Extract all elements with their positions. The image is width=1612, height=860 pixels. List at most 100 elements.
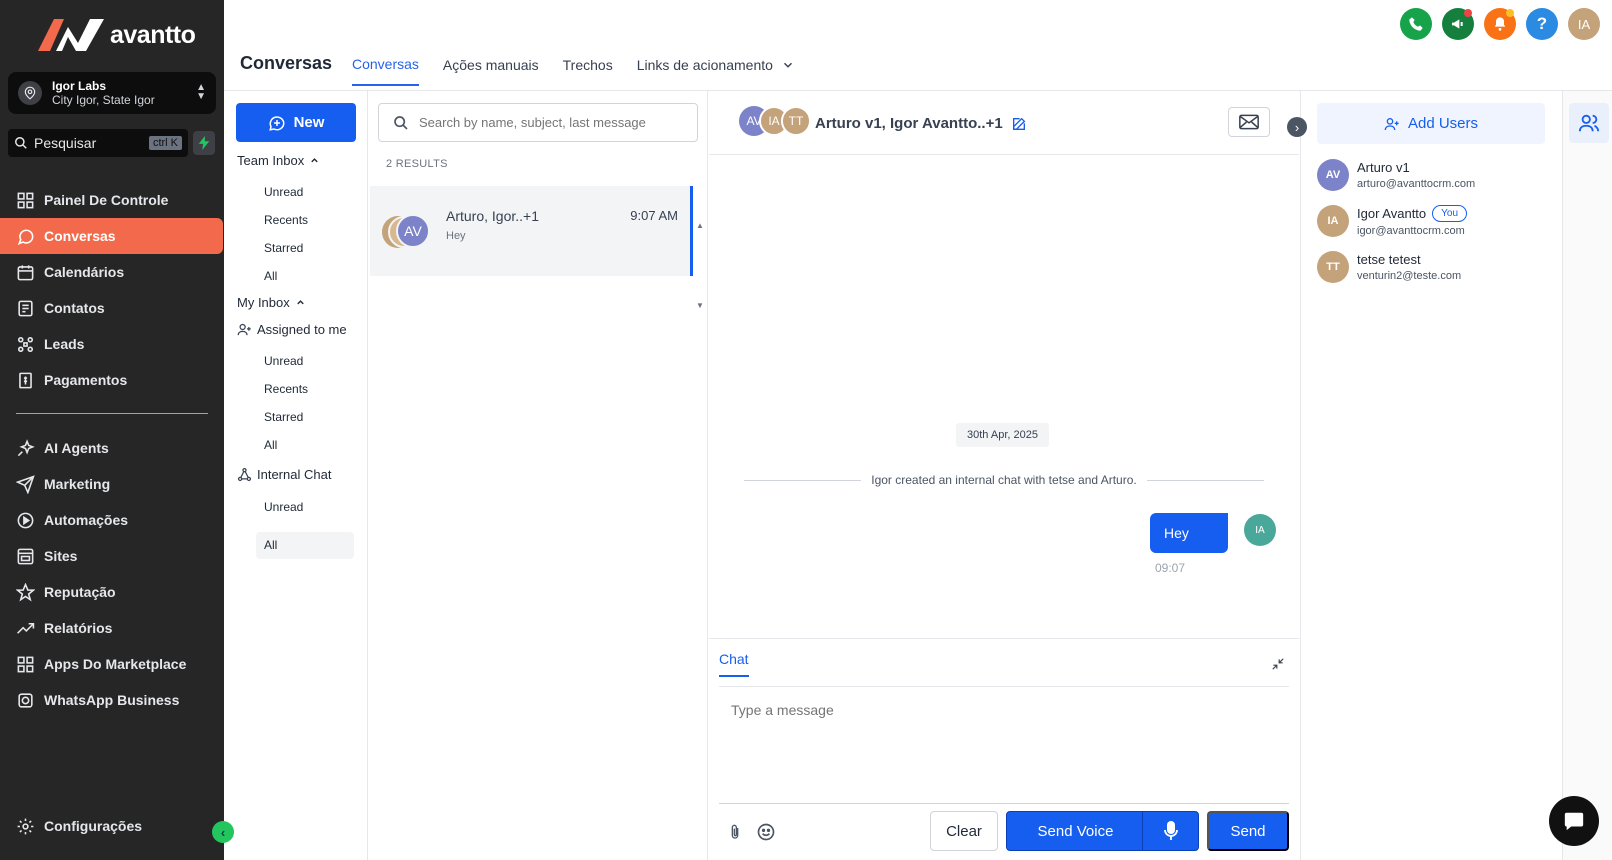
message-input[interactable] [719,694,1289,804]
send-voice-button[interactable]: Send Voice [1006,811,1199,851]
expand-panel-button[interactable]: › [1287,117,1307,137]
chevron-right-icon: › [1294,119,1300,135]
nav-item-marketing[interactable]: Marketing [0,466,224,502]
nav-item-marketplace[interactable]: Apps Do Marketplace [0,646,224,682]
members-toggle-button[interactable] [1569,103,1609,143]
collapse-composer-button[interactable] [1271,657,1285,676]
nav-label: Contatos [44,300,105,316]
my-inbox-toggle[interactable]: My Inbox [237,295,306,310]
member-avatar: TT [1317,251,1349,283]
new-conversation-button[interactable]: New [236,103,356,142]
member-item[interactable]: IA Igor Avantto You igor@avanttocrm.com [1317,205,1468,237]
notifications-button[interactable] [1484,8,1516,40]
contacts-icon [18,300,33,316]
nav-item-relatorios[interactable]: Relatórios [0,610,224,646]
team-recents[interactable]: Recents [264,213,308,227]
account-location: City Igor, State Igor [52,92,155,107]
nav-label: Marketing [44,476,111,492]
chat-title-text: Arturo v1, Igor Avantto..+1 [815,115,1003,132]
internal-chat-label: Internal Chat [257,467,332,482]
dashboard-icon [17,192,34,208]
quick-action-button[interactable] [193,131,215,155]
member-item[interactable]: TT tetse tetest venturin2@teste.com [1317,251,1461,283]
list-scrollbar[interactable]: ▲ ▼ [696,186,704,346]
emoji-icon[interactable] [756,822,776,842]
user-plus-icon [1384,117,1399,130]
message-bubble[interactable]: Hey [1150,513,1228,553]
assigned-to-me[interactable]: Assigned to me [237,322,347,337]
my-starred[interactable]: Starred [264,410,303,424]
assigned-label: Assigned to me [257,322,347,337]
nav-item-pagamentos[interactable]: Pagamentos [0,362,224,398]
team-all[interactable]: All [264,269,277,283]
calendar-icon [17,264,34,280]
sidebar-collapse-button[interactable]: ‹ [212,821,234,843]
announcements-button[interactable] [1442,8,1474,40]
participant-avatar: TT [781,106,811,136]
divider-line [1146,479,1264,481]
nav-item-calendarios[interactable]: Calendários [0,254,224,290]
nav-item-automacoes[interactable]: Automações [0,502,224,538]
team-starred[interactable]: Starred [264,241,303,255]
nav-item-leads[interactable]: Leads [0,326,224,362]
team-inbox-label: Team Inbox [237,153,305,168]
automation-icon [17,512,34,528]
brand-logo[interactable]: avantto [38,17,196,53]
conversation-item[interactable]: AV Arturo, Igor..+1 9:07 AM Hey [370,186,690,276]
right-rail [1562,91,1612,860]
user-avatar[interactable]: IA [1568,8,1600,40]
member-item[interactable]: AV Arturo v1 arturo@avanttocrm.com [1317,159,1475,191]
tab-conversas[interactable]: Conversas [352,56,419,86]
internal-unread[interactable]: Unread [264,500,303,514]
my-unread[interactable]: Unread [264,354,303,368]
shortcut-badge: ctrl K [148,136,182,150]
add-users-button[interactable]: Add Users [1317,103,1545,144]
nav-label: Reputação [44,584,116,600]
tab-chat[interactable]: Chat [719,651,749,677]
nav-divider [16,413,208,414]
nav-item-whatsapp[interactable]: WhatsApp Business [0,682,224,718]
nav-item-conversas[interactable]: Conversas [0,218,223,254]
nav-item-sites[interactable]: Sites [0,538,224,574]
email-button[interactable] [1228,107,1270,137]
team-unread[interactable]: Unread [264,185,303,199]
nav-item-dashboard[interactable]: Painel De Controle [0,182,224,218]
nav-item-configuracoes[interactable]: Configurações [0,811,224,841]
paperclip-icon[interactable] [727,822,743,842]
nav-item-ai-agents[interactable]: AI Agents [0,430,224,466]
conversation-search[interactable] [378,103,698,142]
my-recents[interactable]: Recents [264,382,308,396]
account-switcher[interactable]: Igor Labs City Igor, State Igor ▲ ▼ [8,72,216,114]
results-count: 2 RESULTS [386,158,448,170]
phone-button[interactable] [1400,8,1432,40]
tab-trechos[interactable]: Trechos [563,56,613,86]
chevron-down-icon [783,62,792,68]
composer-actions: Clear Send Voice Send [709,811,1299,855]
member-name: tetse tetest [1357,252,1421,267]
phone-icon [1409,17,1423,31]
internal-all[interactable]: All [256,532,354,559]
sidebar-search[interactable]: Pesquisar ctrl K [8,129,188,157]
nav-item-contatos[interactable]: Contatos [0,290,224,326]
tab-acoes-manuais[interactable]: Ações manuais [443,56,539,86]
tab-links-acionamento[interactable]: Links de acionamento [637,56,795,86]
chat-bubble-icon [1564,812,1584,831]
network-icon [237,467,252,482]
internal-chat-toggle[interactable]: Internal Chat [237,467,331,482]
system-message: Igor created an internal chat with tetse… [744,473,1264,487]
nav-label: Configurações [44,818,143,834]
team-inbox-toggle[interactable]: Team Inbox [237,153,320,168]
nav-item-reputacao[interactable]: Reputação [0,574,224,610]
nav-label: Sites [44,548,78,564]
edit-icon[interactable] [1011,116,1027,132]
conversation-search-input[interactable] [419,115,679,130]
payments-icon [19,372,32,388]
clear-button[interactable]: Clear [930,811,998,851]
you-badge: You [1432,205,1468,222]
microphone-button[interactable] [1142,812,1198,850]
send-button[interactable]: Send [1207,811,1289,851]
help-button[interactable]: ? [1526,8,1558,40]
support-chat-button[interactable] [1549,796,1599,846]
chat-panel: AV IA TT Arturo v1, Igor Avantto..+1 › 3… [709,91,1307,860]
my-all[interactable]: All [264,438,277,452]
